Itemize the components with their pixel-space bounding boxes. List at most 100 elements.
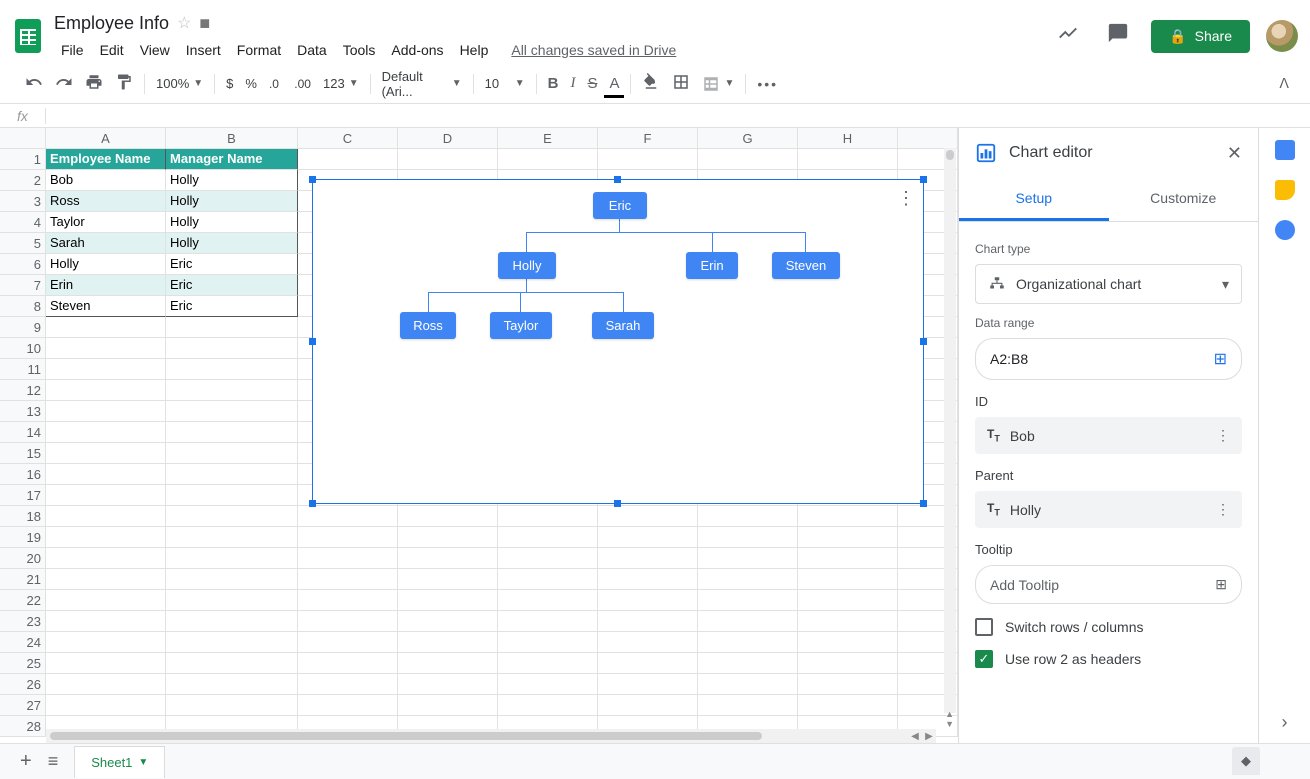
spreadsheet[interactable]: ABCDEFGH1Employee NameManager Name2BobHo… <box>0 128 958 743</box>
grid-select-icon[interactable]: ⊞ <box>1214 349 1227 369</box>
keep-icon[interactable] <box>1275 180 1295 200</box>
row-header[interactable]: 11 <box>0 359 46 380</box>
cell[interactable] <box>398 527 498 548</box>
redo-icon[interactable] <box>50 69 78 98</box>
cell[interactable]: Ross <box>46 191 166 212</box>
row-header[interactable]: 14 <box>0 422 46 443</box>
cell[interactable] <box>166 632 298 653</box>
cell[interactable] <box>398 590 498 611</box>
column-header[interactable]: B <box>166 128 298 149</box>
cell[interactable] <box>398 506 498 527</box>
cell[interactable] <box>498 653 598 674</box>
cell[interactable] <box>298 653 398 674</box>
column-header[interactable]: F <box>598 128 698 149</box>
save-status[interactable]: All changes saved in Drive <box>511 38 676 62</box>
row-header[interactable]: 28 <box>0 716 46 737</box>
cell[interactable]: Taylor <box>46 212 166 233</box>
row-header[interactable]: 2 <box>0 170 46 191</box>
merge-cells-dropdown[interactable]: ▼ <box>697 71 739 97</box>
cell[interactable] <box>298 527 398 548</box>
cell[interactable] <box>46 527 166 548</box>
cell[interactable]: Erin <box>46 275 166 296</box>
cell[interactable] <box>498 506 598 527</box>
cell[interactable] <box>598 527 698 548</box>
cell[interactable] <box>298 548 398 569</box>
row-header[interactable]: 23 <box>0 611 46 632</box>
cell[interactable] <box>46 317 166 338</box>
cell[interactable]: Holly <box>166 170 298 191</box>
org-node-ross[interactable]: Ross <box>400 312 456 339</box>
row-header[interactable]: 8 <box>0 296 46 317</box>
vertical-scrollbar[interactable] <box>944 148 956 713</box>
comments-icon[interactable] <box>1101 16 1135 56</box>
font-dropdown[interactable]: Default (Ari...▼ <box>377 65 467 103</box>
row-header[interactable]: 26 <box>0 674 46 695</box>
cell[interactable] <box>398 674 498 695</box>
bold-icon[interactable]: B <box>543 71 564 96</box>
cell[interactable] <box>798 506 898 527</box>
menu-view[interactable]: View <box>133 38 177 62</box>
cell[interactable] <box>698 632 798 653</box>
calendar-icon[interactable] <box>1275 140 1295 160</box>
org-node-steven[interactable]: Steven <box>772 252 840 279</box>
cell[interactable] <box>46 401 166 422</box>
cell[interactable] <box>298 506 398 527</box>
row-header[interactable]: 19 <box>0 527 46 548</box>
tasks-icon[interactable] <box>1275 220 1295 240</box>
cell[interactable] <box>498 149 598 170</box>
cell[interactable] <box>698 674 798 695</box>
cell[interactable] <box>166 548 298 569</box>
cell[interactable] <box>798 632 898 653</box>
cell[interactable] <box>298 149 398 170</box>
cell[interactable]: Employee Name <box>46 149 166 170</box>
cell[interactable]: Eric <box>166 275 298 296</box>
row-header[interactable]: 5 <box>0 233 46 254</box>
cell[interactable]: Manager Name <box>166 149 298 170</box>
cell[interactable] <box>46 464 166 485</box>
tab-setup[interactable]: Setup <box>959 178 1109 221</box>
column-header[interactable]: E <box>498 128 598 149</box>
cell[interactable] <box>498 611 598 632</box>
cell[interactable]: Holly <box>166 191 298 212</box>
cell[interactable] <box>46 443 166 464</box>
row-header[interactable]: 7 <box>0 275 46 296</box>
number-format-dropdown[interactable]: 123▼ <box>318 72 364 95</box>
cell[interactable] <box>598 590 698 611</box>
cell[interactable]: Sarah <box>46 233 166 254</box>
cell[interactable] <box>298 611 398 632</box>
sheets-logo[interactable] <box>8 16 48 56</box>
close-icon[interactable]: ✕ <box>1227 143 1242 164</box>
cell[interactable] <box>398 149 498 170</box>
cell[interactable] <box>698 149 798 170</box>
menu-edit[interactable]: Edit <box>93 38 131 62</box>
cell[interactable] <box>798 590 898 611</box>
share-button[interactable]: 🔒 Share <box>1151 20 1250 53</box>
cell[interactable] <box>698 569 798 590</box>
cell[interactable] <box>46 338 166 359</box>
chart-object[interactable]: ⋮ Eric Holly Erin Steven Ross Taylor <box>312 179 924 504</box>
cell[interactable]: Holly <box>166 233 298 254</box>
percent-icon[interactable]: % <box>240 72 262 95</box>
row-header[interactable]: 24 <box>0 632 46 653</box>
cell[interactable] <box>46 485 166 506</box>
cell[interactable] <box>298 674 398 695</box>
org-node-erin[interactable]: Erin <box>686 252 738 279</box>
row-header[interactable]: 10 <box>0 338 46 359</box>
cell[interactable] <box>598 695 698 716</box>
cell[interactable] <box>698 695 798 716</box>
row-header[interactable]: 16 <box>0 464 46 485</box>
explore-button[interactable]: ◆ <box>1232 747 1260 775</box>
menu-insert[interactable]: Insert <box>179 38 228 62</box>
cell[interactable] <box>298 569 398 590</box>
paint-format-icon[interactable] <box>110 69 138 98</box>
cell[interactable] <box>398 695 498 716</box>
switch-rows-checkbox[interactable]: Switch rows / columns <box>975 618 1242 636</box>
cell[interactable] <box>46 590 166 611</box>
org-node-taylor[interactable]: Taylor <box>490 312 552 339</box>
sheet-tab-sheet1[interactable]: Sheet1 ▼ <box>74 746 165 778</box>
cell[interactable] <box>598 674 698 695</box>
cell[interactable] <box>398 653 498 674</box>
more-icon[interactable]: ⋮ <box>1216 501 1230 518</box>
cell[interactable] <box>398 548 498 569</box>
row-header[interactable]: 13 <box>0 401 46 422</box>
